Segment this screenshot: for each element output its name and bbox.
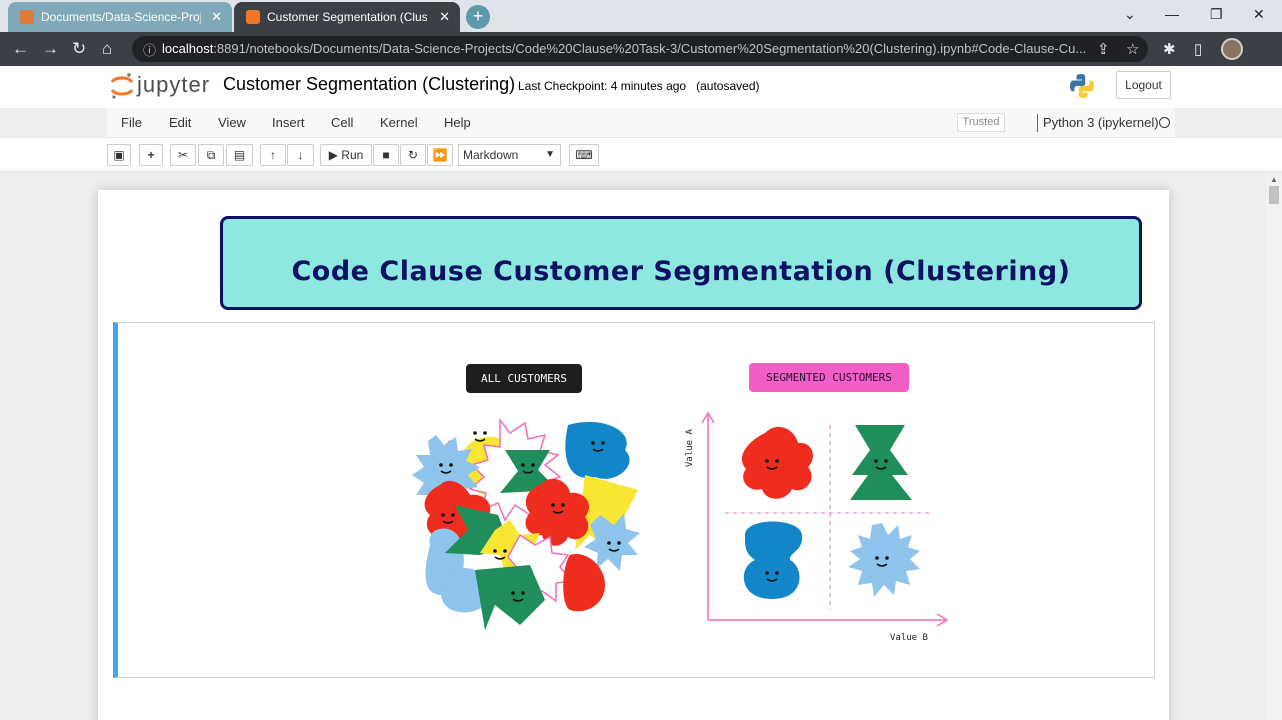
insert-cell-button[interactable]: + (139, 144, 163, 166)
browser-tab-documents[interactable]: Documents/Data-Science-Projec ✕ (8, 2, 232, 32)
tab-label: Documents/Data-Science-Projec (41, 10, 201, 24)
scroll-up-icon[interactable]: ▲ (1270, 175, 1278, 184)
copy-button[interactable]: ⧉ (198, 144, 224, 166)
cell-type-select[interactable]: Markdown ▼ (458, 144, 561, 166)
command-palette-button[interactable]: ⌨ (569, 144, 599, 166)
fast-forward-icon: ⏩ (432, 148, 448, 162)
restore-icon[interactable]: ❐ (1210, 6, 1223, 23)
arrow-up-icon: ↑ (270, 148, 276, 162)
kernel-idle-indicator (1159, 117, 1170, 128)
menu-edit[interactable]: Edit (169, 115, 191, 130)
arrow-down-icon: ↓ (297, 148, 304, 162)
window-close-icon[interactable]: ✕ (1253, 6, 1265, 23)
cut-button[interactable]: ✂ (170, 144, 196, 166)
stop-icon: ■ (382, 148, 390, 162)
red-segment-shape (741, 426, 813, 499)
tab-search-icon[interactable]: ⌄ (1124, 6, 1136, 23)
minimize-icon[interactable]: — (1165, 6, 1179, 22)
title-banner: Code Clause Customer Segmentation (Clust… (220, 216, 1142, 393)
site-info-icon[interactable]: ⓘ (143, 40, 156, 59)
jupyter-header: jupyter Customer Segmentation (Clusterin… (0, 66, 1282, 108)
restart-icon: ↻ (407, 148, 419, 162)
keyboard-icon: ⌨ (575, 148, 593, 162)
sidepanel-icon[interactable]: ▯ (1194, 40, 1202, 58)
menu-file[interactable]: File (121, 115, 142, 130)
interrupt-button[interactable]: ■ (373, 144, 399, 166)
move-down-button[interactable]: ↓ (287, 144, 314, 166)
y-axis-label: Value A (685, 428, 695, 467)
bookmark-star-icon[interactable]: ☆ (1126, 40, 1139, 58)
trusted-badge[interactable]: Trusted (957, 113, 1005, 132)
profile-avatar[interactable] (1221, 38, 1243, 60)
forward-icon[interactable]: → (42, 39, 59, 59)
close-icon[interactable]: ✕ (439, 9, 450, 25)
browser-tab-bar: Documents/Data-Science-Projec ✕ Customer… (0, 0, 1282, 32)
menu-cell[interactable]: Cell (331, 115, 353, 130)
kernel-name[interactable]: Python 3 (ipykernel) (1043, 115, 1159, 130)
url-input[interactable]: localhost:8891/notebooks/Documents/Data-… (132, 36, 1148, 62)
extensions-icon[interactable]: ✱ (1163, 40, 1176, 58)
browser-tab-notebook[interactable]: Customer Segmentation (Clusteri ✕ (234, 2, 460, 32)
page-scrollbar[interactable] (1266, 172, 1282, 720)
menu-insert[interactable]: Insert (272, 115, 305, 130)
kernel-separator (1037, 114, 1038, 132)
url-host: localhost (162, 41, 214, 56)
close-icon[interactable]: ✕ (211, 9, 222, 25)
tab-label: Customer Segmentation (Clusteri (267, 10, 427, 24)
restart-run-all-button[interactable]: ⏩ (427, 144, 453, 166)
menu-help[interactable]: Help (444, 115, 471, 130)
play-icon: ▶ (328, 148, 338, 162)
run-label: Run (341, 148, 364, 162)
segmented-customers-chart: Value A Value B (685, 411, 949, 643)
new-tab-button[interactable]: + (466, 5, 490, 29)
paste-button[interactable]: ▤ (226, 144, 253, 166)
plus-icon: + (147, 148, 155, 162)
chevron-down-icon: ▼ (545, 149, 555, 160)
green-segment-shape (850, 425, 912, 500)
segmented-customers-label: SEGMENTED CUSTOMERS (749, 363, 909, 392)
jupyter-logo-text: jupyter (137, 72, 211, 97)
cell-type-value: Markdown (463, 148, 519, 162)
notebook-title[interactable]: Customer Segmentation (Clustering) (223, 74, 515, 95)
notebook-toolbar: ▣ + ✂ ⧉ ▤ ↑ ↓ ▶ Run ■ ↻ ⏩ Markdown ▼ ⌨ (0, 138, 1282, 172)
checkpoint-text: Last Checkpoint: 4 minutes ago (518, 79, 687, 93)
browser-address-bar: ← → ↻ ⌂ localhost:8891/notebooks/Documen… (0, 32, 1282, 66)
logout-button[interactable]: Logout (1116, 71, 1171, 99)
copy-icon: ⧉ (206, 148, 216, 162)
save-icon: ▣ (113, 148, 125, 162)
segmentation-illustration: Value A Value B (412, 411, 949, 643)
paste-icon: ▤ (233, 148, 246, 162)
notebook-menu-bar: File Edit View Insert Cell Kernel Help T… (107, 108, 1175, 138)
menu-view[interactable]: View (218, 115, 246, 130)
python-logo-icon (1070, 74, 1094, 98)
move-up-button[interactable]: ↑ (260, 144, 286, 166)
reload-icon[interactable]: ↻ (72, 39, 86, 59)
save-button[interactable]: ▣ (107, 144, 131, 166)
scrollbar-thumb[interactable] (1269, 186, 1279, 204)
x-axis-label: Value B (890, 633, 928, 643)
back-icon[interactable]: ← (12, 39, 29, 59)
mixed-customers-cluster (412, 417, 640, 630)
url-path: :8891/notebooks/Documents/Data-Science-P… (213, 41, 1087, 56)
scissors-icon: ✂ (177, 148, 189, 162)
checkpoint-status: Last Checkpoint: 4 minutes ago (autosave… (518, 79, 760, 93)
run-button[interactable]: ▶ Run (320, 144, 372, 166)
restart-button[interactable]: ↻ (400, 144, 426, 166)
share-icon[interactable]: ⇪ (1097, 40, 1110, 58)
autosave-status: (autosaved) (696, 79, 760, 93)
blue-segment-shape (743, 521, 803, 599)
jupyter-favicon-icon (20, 10, 34, 24)
notebook-favicon-icon (246, 10, 260, 24)
all-customers-label: ALL CUSTOMERS (466, 364, 582, 393)
home-icon[interactable]: ⌂ (102, 39, 112, 59)
light-blue-segment-shape (848, 523, 920, 597)
jupyter-logo-icon[interactable] (110, 72, 134, 100)
menu-kernel[interactable]: Kernel (380, 115, 418, 130)
